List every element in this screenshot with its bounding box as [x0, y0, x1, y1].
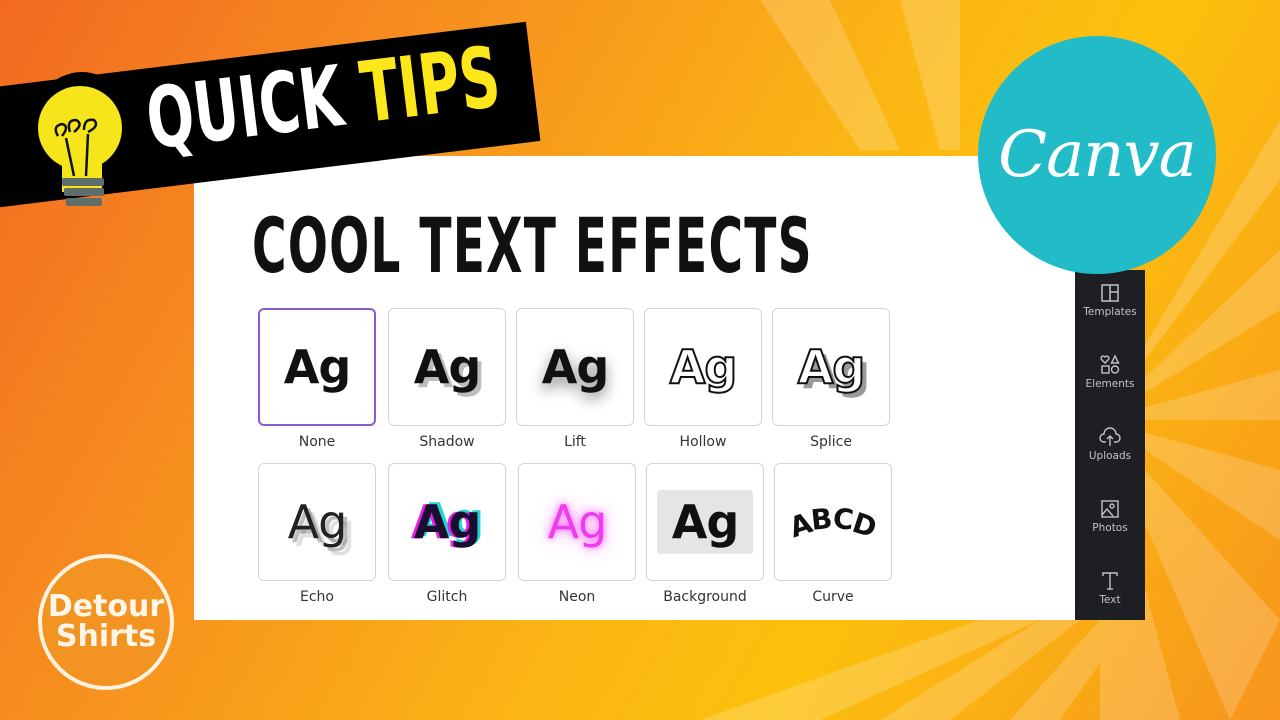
effect-preview: Ag — [518, 463, 636, 581]
canva-logo: Canva — [978, 36, 1216, 274]
text-icon — [1102, 572, 1118, 590]
effect-sample: Ag — [797, 339, 867, 395]
canva-sidebar: Templates Elements Uploads Photos Text — [1075, 270, 1145, 620]
upload-cloud-icon — [1099, 427, 1121, 446]
effect-preview: Ag — [772, 308, 890, 426]
effect-splice[interactable]: Ag Splice — [772, 308, 890, 450]
sidebar-item-label: Photos — [1092, 522, 1128, 534]
background-swatch: Ag — [657, 490, 753, 554]
effect-label: Lift — [564, 434, 586, 450]
effect-preview: Ag — [388, 463, 506, 581]
effect-sample: Ag — [671, 495, 740, 549]
logo-line-2: Shirts — [55, 619, 157, 654]
effect-sample: Ag — [547, 495, 608, 549]
effect-sample: Ag — [413, 495, 482, 549]
sidebar-item-templates[interactable]: Templates — [1075, 282, 1145, 318]
effect-neon[interactable]: Ag Neon — [518, 463, 636, 605]
elements-icon — [1100, 354, 1120, 374]
effect-preview: Ag — [258, 308, 376, 426]
sidebar-item-label: Templates — [1083, 306, 1137, 318]
effect-label: Background — [663, 589, 747, 605]
effect-echo[interactable]: Ag Echo — [258, 463, 376, 605]
effect-sample: Ag — [541, 340, 610, 394]
effect-label: Hollow — [679, 434, 727, 450]
effect-sample: Ag — [669, 339, 739, 395]
effect-preview: ABCD — [774, 463, 892, 581]
effect-label: Curve — [812, 589, 854, 605]
effect-sample: Ag — [413, 340, 482, 394]
lightbulb-icon — [28, 72, 136, 206]
detour-shirts-logo: Detour Shirts — [38, 554, 174, 690]
logo-line-1: Detour — [47, 589, 165, 624]
sidebar-item-uploads[interactable]: Uploads — [1075, 426, 1145, 462]
effect-curve[interactable]: ABCD Curve — [774, 463, 892, 605]
effect-preview: Ag — [388, 308, 506, 426]
effect-none[interactable]: Ag None — [258, 308, 376, 450]
effect-sample: Ag — [283, 340, 352, 394]
effect-hollow[interactable]: Ag Hollow — [644, 308, 762, 450]
effect-label: None — [298, 434, 336, 450]
effect-lift[interactable]: Ag Lift — [516, 308, 634, 450]
templates-icon — [1101, 284, 1119, 302]
sidebar-item-label: Uploads — [1088, 450, 1132, 462]
effect-glitch[interactable]: Ag Glitch — [388, 463, 506, 605]
effect-background[interactable]: Ag Background — [646, 463, 764, 605]
effect-preview: Ag — [646, 463, 764, 581]
effect-preview: Ag — [516, 308, 634, 426]
effect-sample: Ag — [287, 495, 348, 549]
page-title: COOL TEXT EFFECTS — [252, 201, 813, 290]
sidebar-item-elements[interactable]: Elements — [1075, 354, 1145, 390]
effect-label: Splice — [810, 434, 852, 450]
curve-letter: B — [809, 501, 835, 537]
effect-label: Glitch — [426, 589, 468, 605]
sidebar-item-label: Elements — [1085, 378, 1135, 390]
effect-preview: Ag — [644, 308, 762, 426]
effect-label: Shadow — [419, 434, 475, 450]
effect-label: Neon — [558, 589, 596, 605]
sidebar-item-label: Text — [1099, 594, 1121, 606]
banner-word-tips: TIPS — [355, 27, 506, 143]
curved-sample-text: ABCD — [785, 501, 881, 544]
canva-logo-text: Canva — [998, 118, 1197, 192]
effect-shadow[interactable]: Ag Shadow — [388, 308, 506, 450]
effect-label: Echo — [300, 589, 334, 605]
sidebar-item-photos[interactable]: Photos — [1075, 498, 1145, 534]
sidebar-item-text[interactable]: Text — [1075, 570, 1145, 606]
effect-preview: Ag — [258, 463, 376, 581]
photo-icon — [1101, 500, 1119, 518]
